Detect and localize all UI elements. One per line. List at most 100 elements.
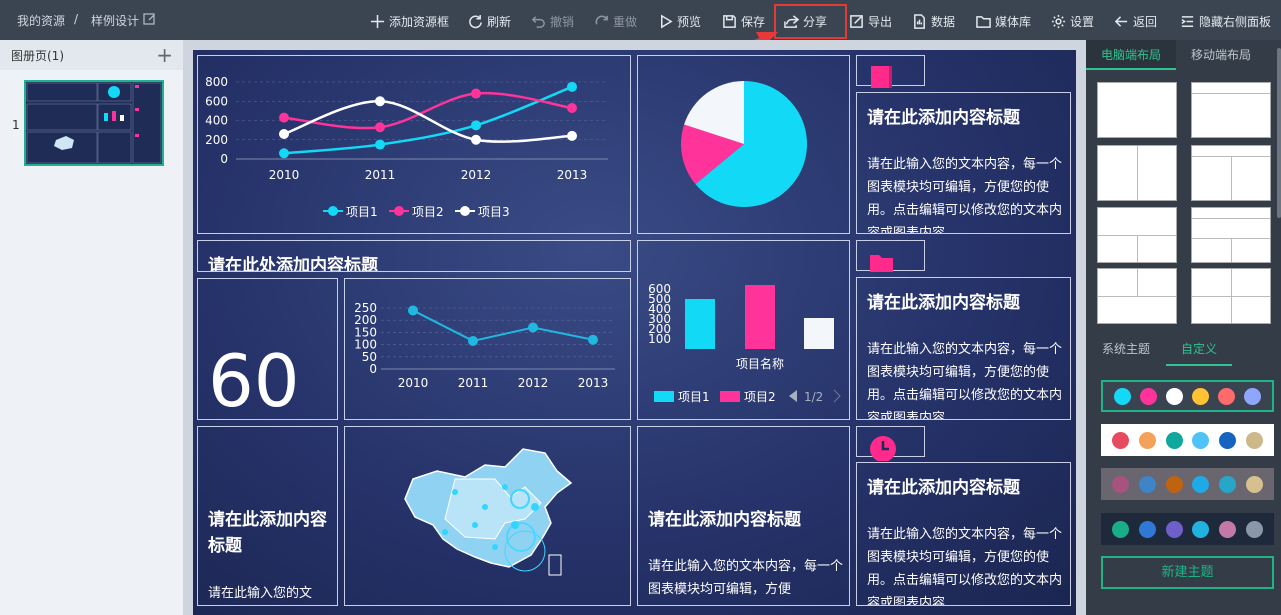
text-block-1[interactable]: 请在此添加内容标题 请在此输入您的文本内容，每一个图表模块均可编辑，方便您的使用… — [856, 92, 1071, 234]
mid-text-body: 请在此输入您的文本内容，每一个图表模块均可编辑，方便 — [648, 559, 844, 597]
palette-color-dot — [1111, 431, 1129, 449]
palette-color-dot — [1244, 387, 1262, 405]
legend-label: 项目2 — [744, 390, 776, 404]
data-point — [567, 81, 577, 92]
mid-text-block[interactable]: 请在此添加内容标题 请在此输入您的文本内容，每一个图表模块均可编辑，方便 — [637, 426, 850, 606]
legend-swatch — [720, 391, 740, 402]
tab-custom-theme[interactable]: 自定义 — [1166, 338, 1232, 366]
settings-button[interactable]: 设置 — [1051, 10, 1094, 32]
legend-prev-icon[interactable] — [789, 390, 797, 402]
bar — [804, 318, 834, 349]
refresh-button[interactable]: 刷新 — [468, 10, 511, 32]
tab-desktop-layout[interactable]: 电脑端布局 — [1086, 40, 1176, 70]
legend-label: 项目1 — [678, 390, 710, 404]
palette-color-dot — [1219, 475, 1237, 493]
page-list-panel: 图册页(1) + 1 — [0, 40, 183, 615]
line-chart-1: 800 600 400 200 0 2010 2011 2012 2013 项目… — [205, 75, 608, 219]
add-page-icon[interactable]: + — [156, 43, 173, 67]
big-number-widget[interactable]: 60 — [197, 278, 338, 423]
layout-header-two-column[interactable] — [1191, 145, 1271, 201]
text-block-2-body: 请在此输入您的文本内容，每一个图表模块均可编辑，方便您的使用。点击编辑可以修改您… — [867, 342, 1063, 420]
big-number: 60 — [208, 339, 300, 423]
layout-header-top-two-bottom[interactable] — [1191, 207, 1271, 263]
x-tick-label: 2012 — [518, 376, 549, 390]
theme-palette-4[interactable] — [1101, 513, 1274, 545]
icon-frame-2[interactable] — [856, 240, 925, 272]
breadcrumb-separator: / — [74, 12, 79, 26]
title-strip[interactable]: 请在此处添加内容标题 — [197, 240, 631, 272]
undo-label: 撤销 — [550, 14, 575, 29]
china-map-widget[interactable] — [344, 426, 631, 606]
data-point — [528, 322, 538, 333]
data-point — [375, 96, 385, 107]
legend-pager: 1/2 — [804, 390, 823, 404]
mid-text-title: 请在此添加内容标题 — [648, 510, 801, 530]
layout-top-two-bottom[interactable] — [1097, 207, 1177, 263]
tab-mobile-layout[interactable]: 移动端布局 — [1176, 40, 1266, 70]
refresh-label: 刷新 — [487, 14, 512, 29]
book-icon — [871, 66, 892, 88]
legend-label: 项目2 — [412, 205, 444, 219]
palette-color-dot — [1246, 475, 1264, 493]
undo-button[interactable]: 撤销 — [531, 10, 574, 32]
legend-marker — [328, 206, 338, 216]
left-text-block[interactable]: 请在此添加内容标题 请在此输入您的文 — [197, 426, 338, 606]
back-button[interactable]: 返回 — [1114, 10, 1157, 32]
theme-palette-2[interactable] — [1101, 424, 1274, 456]
left-text-body: 请在此输入您的文 — [208, 586, 313, 601]
layout-two-column[interactable] — [1097, 145, 1177, 201]
right-panel-scrollbar[interactable] — [1277, 48, 1281, 218]
bar — [685, 299, 715, 349]
x-axis-label: 项目名称 — [736, 356, 784, 371]
layout-grid-b[interactable] — [1191, 268, 1271, 324]
bar-chart-widget[interactable]: 600 500 400 300 200 100 项目名称 项目1 项目2 1/2 — [637, 240, 850, 420]
y-tick-label: 100 — [648, 332, 671, 346]
palette-color-dot — [1165, 475, 1183, 493]
tab-system-theme[interactable]: 系统主题 — [1086, 338, 1166, 366]
line-chart-2: 250 200 150 100 50 0 2010 2011 2012 2013 — [354, 301, 615, 390]
icon-frame-1[interactable] — [856, 55, 925, 88]
theme-palette-1[interactable] — [1101, 380, 1274, 412]
clock-icon — [870, 436, 896, 461]
palette-color-dot — [1165, 387, 1183, 405]
data-point — [408, 305, 418, 316]
page-thumbnail[interactable] — [24, 80, 164, 166]
layout-grid-a[interactable] — [1097, 268, 1177, 324]
new-theme-button[interactable]: 新建主题 — [1101, 556, 1274, 589]
pie-chart-widget[interactable] — [637, 55, 850, 234]
legend-next-icon[interactable] — [833, 389, 841, 403]
palette-color-dot — [1246, 431, 1264, 449]
text-block-3[interactable]: 请在此添加内容标题 请在此输入您的文本内容，每一个图表模块均可编辑，方便您的使用… — [856, 462, 1071, 606]
data-label: 数据 — [931, 14, 956, 29]
left-text-title: 请在此添加内容标题 — [208, 510, 327, 556]
design-canvas: 800 600 400 200 0 2010 2011 2012 2013 项目… — [193, 50, 1076, 615]
line-chart-widget-2[interactable]: 250 200 150 100 50 0 2010 2011 2012 2013 — [344, 278, 631, 420]
data-button[interactable]: 数据 — [912, 10, 955, 32]
layout-theme-panel: 电脑端布局 移动端布局 系统主题 自定义 新建主题 — [1086, 40, 1281, 615]
breadcrumb-root[interactable]: 我的资源 — [17, 12, 65, 29]
add-frame-button[interactable]: 添加资源框 — [370, 10, 449, 32]
legend-swatch — [654, 391, 674, 402]
icon-frame-3[interactable] — [856, 426, 925, 461]
line-chart-widget-1[interactable]: 800 600 400 200 0 2010 2011 2012 2013 项目… — [197, 55, 631, 234]
theme-palette-3[interactable] — [1101, 468, 1274, 500]
media-label: 媒体库 — [995, 14, 1032, 29]
y-tick-label: 600 — [205, 94, 228, 108]
text-block-3-body: 请在此输入您的文本内容，每一个图表模块均可编辑，方便您的使用。点击编辑可以修改您… — [867, 527, 1063, 606]
plus-icon — [370, 14, 385, 28]
y-tick-label: 200 — [205, 133, 228, 147]
text-block-2[interactable]: 请在此添加内容标题 请在此输入您的文本内容，每一个图表模块均可编辑，方便您的使用… — [856, 277, 1071, 420]
text-block-3-title: 请在此添加内容标题 — [867, 478, 1020, 498]
layout-single[interactable] — [1097, 82, 1177, 138]
palette-color-dot — [1192, 431, 1210, 449]
media-library-button[interactable]: 媒体库 — [976, 10, 1031, 32]
palette-color-dot — [1219, 431, 1237, 449]
breadcrumb-current: 样例设计 — [91, 14, 140, 28]
layout-header-single[interactable] — [1191, 82, 1271, 138]
data-point — [279, 112, 289, 123]
edit-icon[interactable] — [143, 13, 155, 25]
legend-marker — [394, 206, 404, 216]
palette-color-dot — [1192, 520, 1210, 538]
export-button[interactable]: 导出 — [849, 10, 892, 32]
hide-right-panel-button[interactable]: 隐藏右侧面板 — [1180, 10, 1271, 32]
